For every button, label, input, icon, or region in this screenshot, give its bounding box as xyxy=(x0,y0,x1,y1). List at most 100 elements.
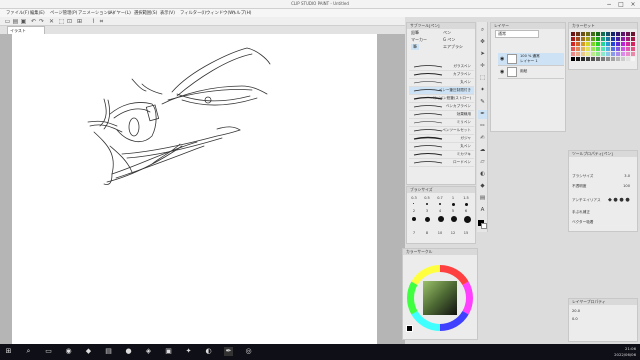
brush-tool-icon[interactable]: ✍ xyxy=(478,134,487,143)
color-swatch[interactable] xyxy=(616,32,620,36)
color-wheel[interactable] xyxy=(403,256,477,340)
ruler-snap-icon[interactable]: ⌇ xyxy=(90,18,97,25)
color-swatch[interactable] xyxy=(591,47,595,51)
size-dot[interactable] xyxy=(452,203,455,206)
color-swatch[interactable] xyxy=(571,57,575,61)
color-swatch[interactable] xyxy=(621,42,625,46)
transform-icon[interactable]: ⬚ xyxy=(58,18,65,25)
operation-tool-icon[interactable]: ➤ xyxy=(478,50,487,59)
brush-item[interactable]: ロードペン xyxy=(409,159,474,167)
taskview-icon[interactable]: ▭ xyxy=(44,347,53,356)
color-swatch[interactable] xyxy=(596,42,600,46)
color-swatch[interactable] xyxy=(591,57,595,61)
color-swatch[interactable] xyxy=(581,37,585,41)
size-dot[interactable] xyxy=(413,203,414,204)
color-swatch[interactable] xyxy=(576,52,580,56)
tool-pencil[interactable]: 鉛筆 xyxy=(411,30,419,36)
brush-item[interactable]: 効果線用 xyxy=(409,111,474,119)
layer-item[interactable]: 用紙 ◉ xyxy=(498,66,564,79)
blend-tool-icon[interactable]: ◐ xyxy=(478,170,487,179)
pen-tool-icon[interactable]: ✒ xyxy=(478,110,487,119)
menu-view[interactable]: 表示(V) xyxy=(160,10,175,16)
airbrush-tool-icon[interactable]: ☁ xyxy=(478,146,487,155)
brush-item[interactable]: カブラペン xyxy=(409,71,474,79)
color-swatch[interactable] xyxy=(626,37,630,41)
menu-help[interactable]: ヘルプ(H) xyxy=(232,10,251,16)
brush-item[interactable]: ペンツールセット xyxy=(409,127,474,135)
eye-icon[interactable]: ◉ xyxy=(500,56,504,62)
color-swatch[interactable] xyxy=(591,32,595,36)
app-icon[interactable]: ◈ xyxy=(144,347,153,356)
blend-mode-select[interactable]: 通常 xyxy=(495,30,539,38)
color-swatch[interactable] xyxy=(601,37,605,41)
clear-icon[interactable]: ✕ xyxy=(48,18,55,25)
brush-item[interactable]: ガラスペン xyxy=(409,63,474,71)
eraser-tool-icon[interactable]: ▱ xyxy=(478,158,487,167)
brush-item[interactable]: 丸ペン xyxy=(409,79,474,87)
color-swatch[interactable] xyxy=(581,47,585,51)
snap-icon[interactable]: ⊞ xyxy=(76,18,83,25)
color-swatch[interactable] xyxy=(631,47,635,51)
size-dot[interactable] xyxy=(439,203,441,205)
undo-icon[interactable]: ↶ xyxy=(30,18,37,25)
size-dot[interactable] xyxy=(464,216,471,223)
color-swatch[interactable] xyxy=(586,57,590,61)
color-swatch[interactable] xyxy=(581,32,585,36)
close-icon[interactable]: × xyxy=(627,0,639,9)
color-swatch[interactable] xyxy=(606,57,610,61)
color-swatch[interactable] xyxy=(606,47,610,51)
color-swatch[interactable] xyxy=(571,52,575,56)
color-swatch[interactable] xyxy=(631,32,635,36)
tool-pen[interactable]: ペン xyxy=(443,30,451,36)
gradient-tool-icon[interactable]: ▤ xyxy=(478,194,487,203)
color-swatch[interactable] xyxy=(576,32,580,36)
color-swatch[interactable] xyxy=(621,47,625,51)
size-dot[interactable] xyxy=(426,203,428,205)
tool-airbrush[interactable]: エアブラシ xyxy=(443,44,463,50)
size-dot[interactable] xyxy=(465,203,468,206)
angle-value[interactable]: 0.0 xyxy=(572,317,578,321)
prop-vector-snap[interactable]: ベクター吸着 xyxy=(572,218,634,226)
layer-item-selected[interactable]: 100 % 通常 レイヤー 1 ◉ xyxy=(498,53,564,66)
tool-brush[interactable]: 筆 xyxy=(411,44,419,50)
app-icon[interactable]: ◆ xyxy=(84,347,93,356)
color-swatch[interactable] xyxy=(616,42,620,46)
color-swatch[interactable] xyxy=(571,47,575,51)
brush-item[interactable]: 丸ペン xyxy=(409,143,474,151)
color-swatch[interactable] xyxy=(576,57,580,61)
color-swatch[interactable] xyxy=(601,32,605,36)
color-swatch[interactable] xyxy=(601,52,605,56)
brush-item[interactable]: ミリペン xyxy=(409,119,474,127)
color-swatch[interactable] xyxy=(621,52,625,56)
color-swatch[interactable] xyxy=(626,52,630,56)
brush-item[interactable]: ガジャ xyxy=(409,135,474,143)
color-swatch[interactable] xyxy=(596,37,600,41)
color-swatch[interactable] xyxy=(571,37,575,41)
color-swatch[interactable] xyxy=(611,32,615,36)
brush-item[interactable]: ミカヅキ xyxy=(409,151,474,159)
zoom-tool-icon[interactable]: ⌕ xyxy=(478,26,487,35)
tool-gpen[interactable]: G ペン xyxy=(443,37,455,43)
color-swatch[interactable] xyxy=(631,37,635,41)
app-icon[interactable]: ◐ xyxy=(204,347,213,356)
color-swatch[interactable] xyxy=(601,42,605,46)
clock-date[interactable]: 2022/06/06 xyxy=(614,352,636,357)
menu-edit[interactable]: 編集(E) xyxy=(30,10,45,16)
foreground-color-swatch[interactable] xyxy=(406,325,413,332)
sub-color-swatch[interactable] xyxy=(481,223,487,229)
color-swatch[interactable] xyxy=(591,42,595,46)
color-swatch[interactable] xyxy=(601,57,605,61)
color-swatch[interactable] xyxy=(616,57,620,61)
grid-snap-icon[interactable]: ⌗ xyxy=(98,18,105,25)
color-swatch[interactable] xyxy=(596,47,600,51)
color-swatch[interactable] xyxy=(581,52,585,56)
color-swatch[interactable] xyxy=(596,57,600,61)
color-swatch[interactable] xyxy=(576,37,580,41)
pencil-tool-icon[interactable]: ✏ xyxy=(478,122,487,131)
menu-layer[interactable]: レイヤー(L) xyxy=(108,10,131,16)
color-swatch[interactable] xyxy=(586,37,590,41)
color-swatch[interactable] xyxy=(631,42,635,46)
color-swatch[interactable] xyxy=(576,42,580,46)
redo-icon[interactable]: ↷ xyxy=(38,18,45,25)
color-swatch[interactable] xyxy=(571,42,575,46)
